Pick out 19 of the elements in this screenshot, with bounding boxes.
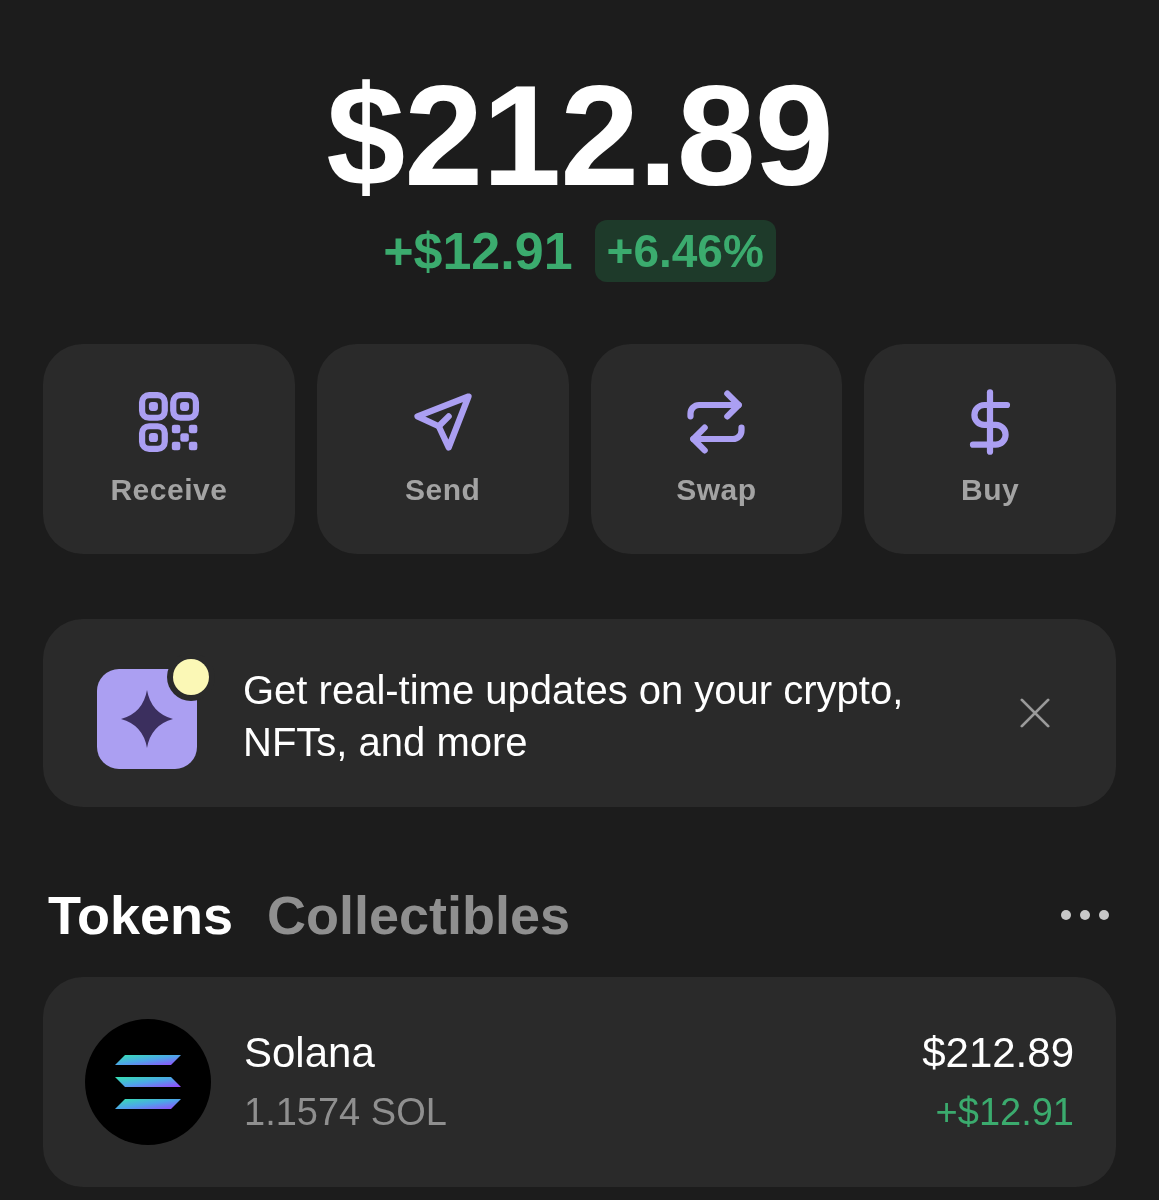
token-name: Solana: [244, 1029, 376, 1077]
token-value: $212.89: [922, 1029, 1074, 1077]
balance-change-percent: +6.46%: [594, 220, 776, 282]
token-amount: 1.1574 SOL: [244, 1090, 447, 1135]
action-button[interactable]: Buy: [864, 344, 1116, 554]
close-icon[interactable]: [1020, 698, 1050, 728]
total-balance: $212.89: [326, 58, 833, 214]
action-button[interactable]: Receive: [43, 344, 295, 554]
token-change: +$12.91: [935, 1090, 1074, 1135]
token-logo-icon: [85, 1019, 211, 1145]
tab[interactable]: Tokens: [48, 883, 234, 947]
token-row[interactable]: Solana 1.1574 SOL $212.89 +$12.91: [43, 977, 1116, 1187]
action-button[interactable]: Swap: [590, 344, 843, 554]
banner-text: Get real-time updates on your crypto, NFTs, and more: [243, 667, 905, 766]
action-button[interactable]: Send: [316, 344, 569, 554]
balance-change-amount: +$12.91: [383, 221, 573, 282]
more-icon[interactable]: [1060, 909, 1110, 921]
tab[interactable]: Collectibles: [267, 883, 571, 947]
notification-banner[interactable]: Get real-time updates on your crypto, NFTs, and more: [43, 619, 1116, 807]
